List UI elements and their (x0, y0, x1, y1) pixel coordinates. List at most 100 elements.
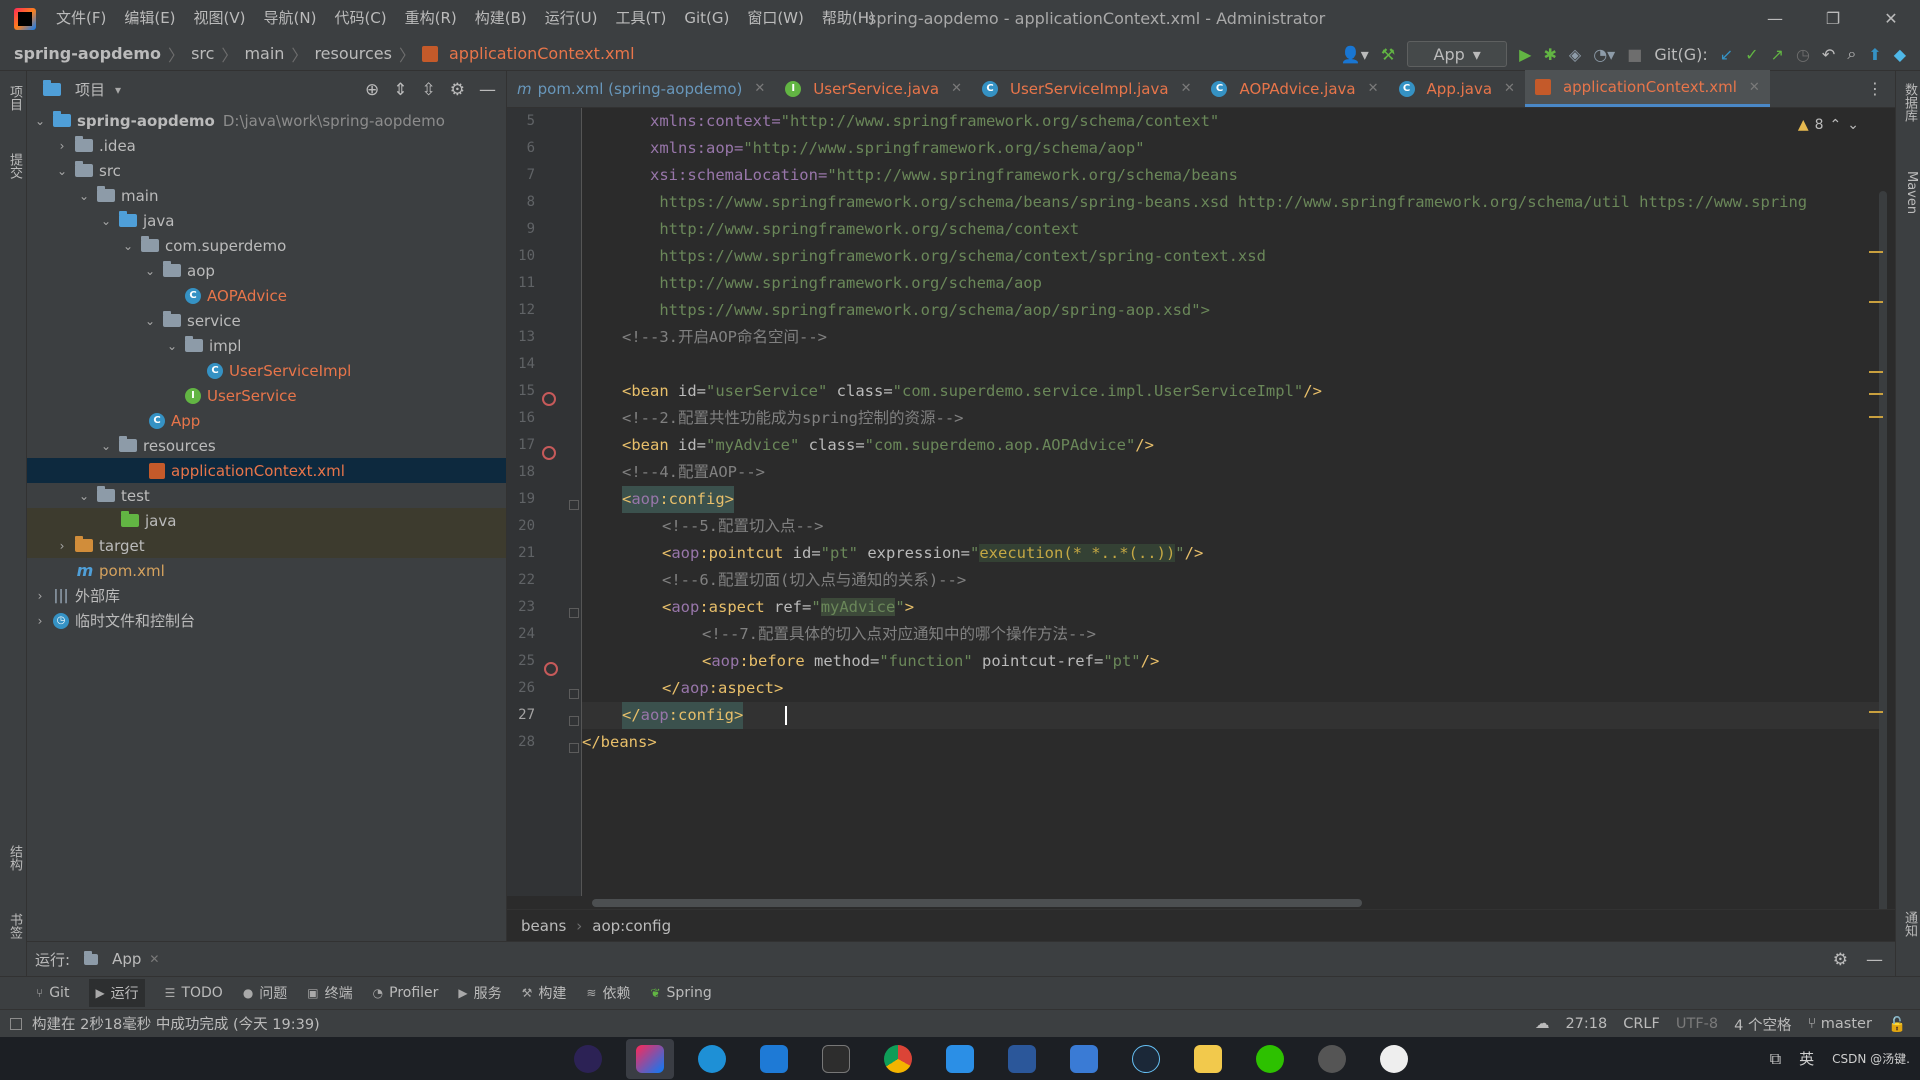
vertical-scrollbar[interactable] (1869, 191, 1887, 931)
menu-view[interactable]: 视图(V) (186, 0, 254, 37)
collapse-all-icon[interactable]: ⇳ (422, 80, 436, 100)
word-icon[interactable] (998, 1039, 1046, 1079)
tree-item[interactable]: › ||| 外部库 (27, 583, 506, 608)
warning-marker[interactable] (1869, 711, 1883, 713)
tree-item[interactable]: ⌄ src (27, 158, 506, 183)
vscode-icon[interactable] (936, 1039, 984, 1079)
gear-icon[interactable]: ⚙ (1833, 950, 1848, 970)
tree-item[interactable]: java (27, 508, 506, 533)
tab-userserviceimpl-java[interactable]: C UserServiceImpl.java ✕ (972, 70, 1201, 107)
warning-marker[interactable] (1869, 393, 1883, 395)
line-separator[interactable]: CRLF (1623, 1016, 1660, 1032)
update-icon[interactable]: ⬆ (1868, 45, 1881, 64)
run-icon[interactable]: ▶ (1519, 45, 1531, 64)
tool-profiler[interactable]: ◔ Profiler (373, 985, 439, 1001)
tree-item[interactable]: ⌄ impl (27, 333, 506, 358)
indent-setting[interactable]: 4 个空格 (1734, 1014, 1791, 1035)
warning-marker[interactable] (1869, 251, 1883, 253)
browser-edge-icon[interactable] (688, 1039, 736, 1079)
tree-item[interactable]: › target (27, 533, 506, 558)
tool-spring[interactable]: ❦ Spring (650, 985, 711, 1001)
more-tabs-icon[interactable]: ⋮ (1867, 79, 1883, 98)
close-icon[interactable]: ✕ (1368, 81, 1379, 96)
database-tool-tab[interactable]: 数据库 (1898, 83, 1919, 122)
locate-icon[interactable]: ⊕ (365, 80, 379, 100)
lock-icon[interactable]: 🔓 (1888, 1016, 1906, 1033)
chevron-down-icon[interactable]: ⌄ (33, 114, 47, 128)
run-config-select[interactable]: App ▾ (1407, 41, 1508, 67)
chevron-down-icon[interactable]: ⌄ (121, 239, 135, 253)
tool-services[interactable]: ▶ 服务 (458, 983, 501, 1003)
chevron-down-icon[interactable]: ⌄ (143, 264, 157, 278)
tree-item[interactable]: ⌄ spring-aopdemo D:\java\work\spring-aop… (27, 108, 506, 133)
toggle-tool-windows-icon[interactable] (10, 1017, 22, 1030)
menu-window[interactable]: 窗口(W) (739, 0, 812, 37)
tree-item[interactable]: C AOPAdvice (27, 283, 506, 308)
menu-git[interactable]: Git(G) (676, 0, 737, 37)
chevron-down-icon[interactable]: ⌄ (77, 489, 91, 503)
user-icon[interactable]: 👤▾ (1341, 45, 1369, 64)
search-icon[interactable]: ⌕ (1847, 44, 1856, 64)
task-view-icon[interactable]: ⧉ (1770, 1049, 1781, 1069)
status-message[interactable]: 构建在 2秒18毫秒 中成功完成 (今天 19:39) (32, 1013, 320, 1034)
menu-edit[interactable]: 编辑(E) (116, 0, 183, 37)
crumb-beans[interactable]: beans (521, 917, 566, 935)
tool-run[interactable]: ▶ 运行 (89, 979, 145, 1007)
tab-aopadvice-java[interactable]: C AOPAdvice.java ✕ (1201, 70, 1388, 107)
tab-pom-xml[interactable]: m pom.xml (spring-aopdemo) ✕ (507, 70, 775, 107)
tab-userservice-java[interactable]: I UserService.java ✕ (775, 70, 972, 107)
tab-app-java[interactable]: C App.java ✕ (1389, 70, 1525, 107)
steam-icon[interactable] (1122, 1039, 1170, 1079)
tree-item[interactable]: ⌄ com.superdemo (27, 233, 506, 258)
profile-icon[interactable]: ◔▾ (1593, 45, 1615, 64)
tree-item[interactable]: I UserService (27, 383, 506, 408)
tree-item[interactable]: ⌄ aop (27, 258, 506, 283)
tree-item[interactable]: m pom.xml (27, 558, 506, 583)
build-hammer-icon[interactable]: ⚒ (1381, 45, 1395, 64)
close-window-button[interactable]: ✕ (1862, 0, 1920, 37)
close-icon[interactable]: ✕ (754, 81, 765, 96)
menu-file[interactable]: 文件(F) (48, 0, 114, 37)
todo-app-icon[interactable] (1060, 1039, 1108, 1079)
crumb-main[interactable]: main (244, 44, 284, 63)
crumb-resources[interactable]: resources (314, 44, 392, 63)
input-method-indicator[interactable]: 英 (1799, 1048, 1814, 1069)
chrome-icon[interactable] (874, 1039, 922, 1079)
code-editor[interactable]: xmlns:context="http://www.springframewor… (582, 108, 1882, 896)
eclipse-icon[interactable] (564, 1039, 612, 1079)
coverage-icon[interactable]: ◈ (1569, 45, 1581, 64)
spring-bean-icon[interactable] (542, 392, 556, 406)
tree-item[interactable]: ⌄ main (27, 183, 506, 208)
menu-build[interactable]: 构建(B) (467, 0, 535, 37)
close-icon[interactable]: ✕ (1181, 81, 1192, 96)
hide-icon[interactable]: — (1866, 950, 1883, 970)
menu-tools[interactable]: 工具(T) (607, 0, 674, 37)
expand-all-icon[interactable]: ⇕ (393, 80, 407, 100)
notifications-tool-tab[interactable]: 通知 (1898, 911, 1919, 937)
git-update-icon[interactable]: ↙ (1720, 45, 1733, 64)
plugin-icon[interactable]: ◆ (1894, 45, 1906, 64)
tree-item-selected[interactable]: applicationContext.xml (27, 458, 506, 483)
spring-bean-icon[interactable] (542, 446, 556, 460)
terminal-taskbar-icon[interactable] (812, 1039, 860, 1079)
warning-marker[interactable] (1869, 371, 1883, 373)
minimize-button[interactable]: — (1746, 0, 1804, 37)
run-tab-app[interactable]: App ✕ (84, 950, 159, 968)
warning-marker[interactable] (1869, 416, 1883, 418)
tree-item[interactable]: C App (27, 408, 506, 433)
menu-run[interactable]: 运行(U) (537, 0, 606, 37)
hide-icon[interactable]: — (479, 80, 496, 100)
close-icon[interactable]: ✕ (1504, 81, 1515, 96)
chevron-down-icon[interactable]: ▾ (115, 83, 121, 97)
chevron-right-icon[interactable]: › (55, 539, 69, 553)
project-tool-tab[interactable]: 项目 (3, 85, 24, 111)
chevron-down-icon[interactable]: ⌄ (99, 214, 113, 228)
commit-tool-tab[interactable]: 提交 (3, 153, 24, 179)
fold-icon[interactable] (569, 689, 579, 699)
crumb-aop-config[interactable]: aop:config (592, 917, 671, 935)
chevron-up-icon[interactable]: ⌃ (1830, 117, 1842, 133)
media-app-icon[interactable] (1370, 1039, 1418, 1079)
tool-build[interactable]: ⚒ 构建 (522, 983, 567, 1003)
warning-marker[interactable] (1869, 301, 1883, 303)
structure-tool-tab[interactable]: 结构 (3, 845, 24, 871)
